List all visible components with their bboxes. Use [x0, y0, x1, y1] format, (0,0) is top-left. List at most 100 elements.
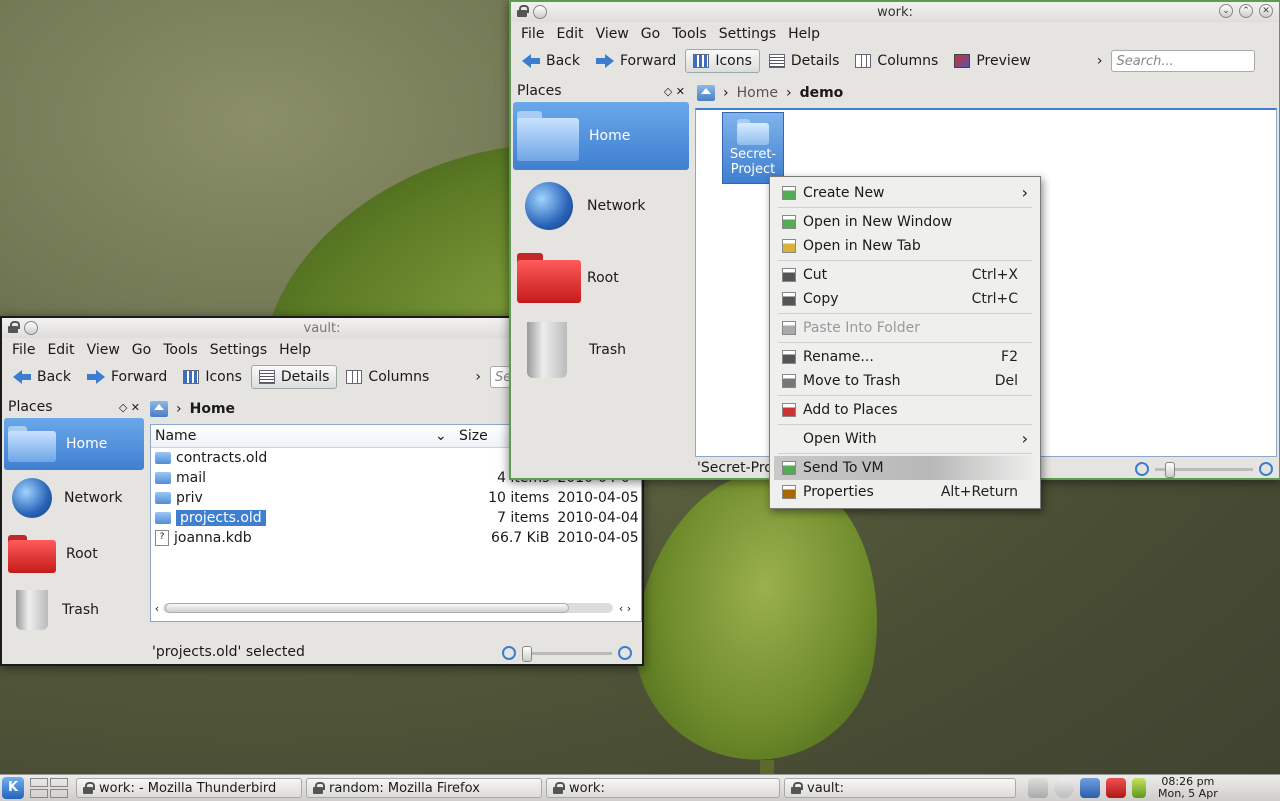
icons-view-button[interactable]: Icons	[685, 49, 760, 73]
places-item-home[interactable]: Home	[4, 418, 144, 470]
menu-settings[interactable]: Settings	[204, 342, 273, 358]
task-firefox[interactable]: random: Mozilla Firefox	[306, 778, 542, 798]
vm-manager-icon[interactable]	[1080, 778, 1100, 798]
info-icon[interactable]	[1054, 778, 1074, 798]
row-size: 7 items	[497, 510, 550, 526]
clock-date: Mon, 5 Apr	[1158, 787, 1218, 800]
menu-separator	[778, 260, 1032, 261]
search-input[interactable]: Search...	[1111, 50, 1256, 72]
zoom-slider[interactable]	[1135, 461, 1273, 478]
task-vault[interactable]: vault:	[784, 778, 1016, 798]
minimize-button[interactable]: ⌄	[1219, 4, 1233, 18]
menu-item-open-with[interactable]: Open With	[774, 427, 1036, 451]
forward-button[interactable]: Forward	[80, 366, 174, 388]
horizontal-scrollbar[interactable]: ‹ ‹ ›	[151, 601, 637, 615]
menu-item-add-to-places[interactable]: Add to Places	[774, 398, 1036, 422]
menu-item-move-to-trash[interactable]: Move to Trash Del	[774, 369, 1036, 393]
places-item-trash[interactable]: Trash	[4, 582, 144, 638]
menu-item-label: Open in New Tab	[803, 238, 921, 254]
row-date: 2010-04-04 2	[557, 510, 641, 526]
places-label-root: Root	[66, 546, 98, 562]
panel-close-icon[interactable]: ◇ ✕	[664, 85, 685, 98]
menu-view[interactable]: View	[590, 26, 635, 42]
menu-edit[interactable]: Edit	[550, 26, 589, 42]
panel-close-icon[interactable]: ◇ ✕	[119, 401, 140, 414]
menu-settings[interactable]: Settings	[713, 26, 782, 42]
work-breadcrumb: › Home › demo	[697, 80, 843, 106]
task-work[interactable]: work:	[546, 778, 780, 798]
menu-item-open-in-new-tab[interactable]: Open in New Tab	[774, 234, 1036, 258]
menu-item-rename[interactable]: Rename... F2	[774, 345, 1036, 369]
places-label-home: Home	[589, 128, 631, 144]
power-icon[interactable]	[1106, 778, 1126, 798]
menu-tools[interactable]: Tools	[157, 342, 204, 358]
menu-item-shortcut: Ctrl+X	[971, 267, 1018, 283]
zoom-out-icon[interactable]	[1135, 462, 1149, 476]
columns-view-button[interactable]: Columns	[848, 50, 945, 72]
menu-edit[interactable]: Edit	[41, 342, 80, 358]
zoom-slider[interactable]	[502, 645, 632, 662]
task-thunderbird[interactable]: work: - Mozilla Thunderbird	[76, 778, 302, 798]
menu-item-properties[interactable]: Properties Alt+Return	[774, 480, 1036, 504]
columns-view-button[interactable]: Columns	[339, 366, 436, 388]
places-label-home: Home	[66, 436, 108, 452]
preview-button[interactable]: Preview	[947, 50, 1038, 72]
volume-icon[interactable]	[1028, 778, 1048, 798]
table-row[interactable]: projects.old 7 items 2010-04-04 2	[151, 508, 641, 528]
menu-item-copy[interactable]: Copy Ctrl+C	[774, 287, 1036, 311]
toolbar-overflow-button[interactable]: ›	[1090, 50, 1110, 72]
back-button[interactable]: Back	[6, 366, 78, 388]
menu-item-cut[interactable]: Cut Ctrl+X	[774, 263, 1036, 287]
menu-go[interactable]: Go	[126, 342, 157, 358]
menu-item-open-in-new-window[interactable]: Open in New Window	[774, 210, 1036, 234]
table-row[interactable]: priv 10 items 2010-04-05 2	[151, 488, 641, 508]
columns-view-icon	[346, 370, 363, 384]
overflow-label: ›	[475, 369, 481, 385]
menu-file[interactable]: File	[515, 26, 550, 42]
places-item-trash[interactable]: Trash	[513, 314, 689, 386]
work-titlebar[interactable]: work: ⌄ ⌃ ✕	[511, 2, 1279, 22]
breadcrumb-home-icon[interactable]	[697, 85, 715, 101]
menu-help[interactable]: Help	[782, 26, 826, 42]
menu-item-create-new[interactable]: Create New	[774, 181, 1036, 205]
places-item-root[interactable]: Root	[4, 526, 144, 582]
back-button[interactable]: Back	[515, 50, 587, 72]
forward-button[interactable]: Forward	[589, 50, 683, 72]
battery-icon[interactable]	[1132, 778, 1146, 798]
menu-go[interactable]: Go	[635, 26, 666, 42]
column-size[interactable]: Size	[455, 428, 488, 444]
menu-item-send-to-vm[interactable]: Send To VM	[774, 456, 1036, 480]
details-view-button[interactable]: Details	[762, 50, 847, 72]
menu-view[interactable]: View	[81, 342, 126, 358]
places-item-home[interactable]: Home	[513, 102, 689, 170]
folder-item-secret-project[interactable]: Secret- Project	[722, 112, 784, 184]
places-item-root[interactable]: Root	[513, 242, 689, 314]
places-item-network[interactable]: Network	[4, 470, 144, 526]
menu-file[interactable]: File	[6, 342, 41, 358]
icons-view-button[interactable]: Icons	[176, 366, 249, 388]
clock[interactable]: 08:26 pm Mon, 5 Apr	[1158, 776, 1218, 800]
sticky-button[interactable]	[533, 5, 547, 19]
toolbar-overflow-button[interactable]: ›	[468, 366, 488, 388]
column-name[interactable]: Name	[151, 428, 435, 444]
menu-help[interactable]: Help	[273, 342, 317, 358]
zoom-in-icon[interactable]	[1259, 462, 1273, 476]
table-row[interactable]: ? joanna.kdb 66.7 KiB 2010-04-05 1	[151, 528, 641, 548]
breadcrumb-home[interactable]: Home	[737, 85, 778, 101]
breadcrumb-current[interactable]: demo	[800, 85, 844, 101]
zoom-in-icon[interactable]	[618, 646, 632, 660]
breadcrumb-current[interactable]: Home	[190, 401, 235, 417]
folder-label-line1: Secret-	[729, 147, 777, 162]
maximize-button[interactable]: ⌃	[1239, 4, 1253, 18]
places-item-network[interactable]: Network	[513, 170, 689, 242]
sort-chevron-icon[interactable]: ⌄	[435, 428, 455, 444]
breadcrumb-home-icon[interactable]	[150, 401, 168, 417]
close-button[interactable]: ✕	[1259, 4, 1273, 18]
kde-menu-icon[interactable]: K	[2, 777, 24, 799]
row-size: 66.7 KiB	[491, 530, 550, 546]
pager[interactable]	[30, 778, 68, 798]
sticky-button[interactable]	[24, 321, 38, 335]
zoom-out-icon[interactable]	[502, 646, 516, 660]
details-view-button[interactable]: Details	[250, 365, 338, 389]
menu-tools[interactable]: Tools	[666, 26, 713, 42]
